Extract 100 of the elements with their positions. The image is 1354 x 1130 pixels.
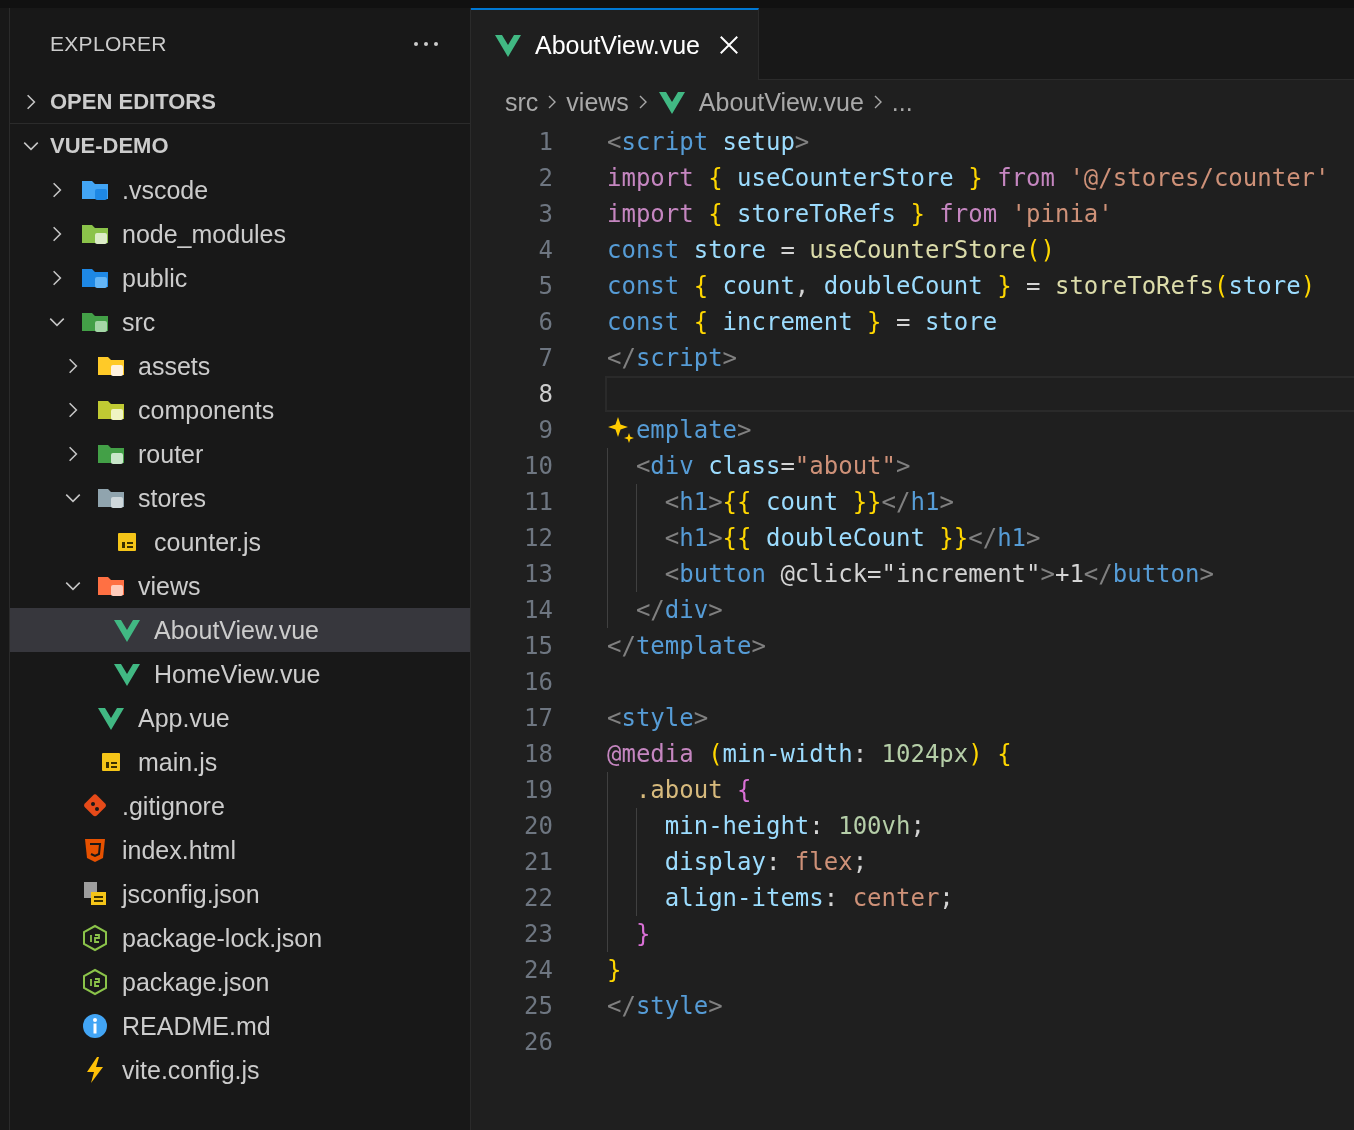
- more-icon[interactable]: [412, 40, 440, 48]
- file-name: stores: [138, 483, 207, 513]
- line-number: 10: [523, 452, 553, 480]
- tree-item[interactable]: main.js: [10, 740, 470, 784]
- breadcrumb-item[interactable]: ...: [891, 87, 913, 117]
- line-number: 26: [523, 1028, 553, 1056]
- file-name: views: [138, 571, 201, 601]
- line-number: 25: [523, 992, 553, 1020]
- code-line: const { count, doubleCount } = storeToRefs(store): [607, 272, 1316, 300]
- line-number: 9: [537, 416, 553, 444]
- tree-item[interactable]: counter.js: [10, 520, 470, 564]
- line-number: 18: [523, 740, 553, 768]
- breadcrumb-item[interactable]: src: [505, 87, 539, 117]
- file-name: components: [138, 395, 275, 425]
- tree-item[interactable]: assets: [10, 344, 470, 388]
- tree-item[interactable]: .gitignore: [10, 784, 470, 828]
- breadcrumb-item[interactable]: views: [566, 87, 629, 117]
- code-line: import { storeToRefs } from 'pinia': [607, 200, 1113, 228]
- section-header[interactable]: OPEN EDITORS: [50, 88, 216, 115]
- file-name: README.md: [122, 1011, 271, 1041]
- sparkle-icon[interactable]: [608, 415, 635, 445]
- tree-item[interactable]: components: [10, 388, 470, 432]
- code-line: }: [635, 920, 651, 948]
- tree-item[interactable]: node_modules: [10, 212, 470, 256]
- tree-item[interactable]: AboutView.vue: [10, 608, 470, 652]
- code-line: <style>: [607, 704, 709, 732]
- line-number: 2: [537, 164, 553, 192]
- file-name: vite.config.js: [122, 1055, 260, 1085]
- line-number: 17: [523, 704, 553, 732]
- line-number: 24: [523, 956, 553, 984]
- tree-item[interactable]: .vscode: [10, 168, 470, 212]
- tree-item[interactable]: package-lock.json: [10, 916, 470, 960]
- code-line: <script setup>: [607, 128, 810, 156]
- code-line: </template>: [607, 632, 766, 660]
- line-number: 22: [523, 884, 553, 912]
- file-name: package.json: [122, 967, 270, 997]
- code-line: const store = useCounterStore(): [607, 236, 1055, 264]
- file-name: HomeView.vue: [154, 659, 321, 689]
- line-number: 15: [523, 632, 553, 660]
- tree-item[interactable]: README.md: [10, 1004, 470, 1048]
- tree-item[interactable]: index.html: [10, 828, 470, 872]
- file-name: router: [138, 439, 204, 469]
- hexagon-icon: [80, 967, 110, 997]
- code-line: <h1>{{ doubleCount }}</h1>: [664, 524, 1041, 552]
- file-name: public: [122, 263, 188, 293]
- code-line: .about {: [635, 776, 752, 804]
- code-line: <div class="about">: [635, 452, 911, 480]
- code-line: display: flex;: [664, 848, 868, 876]
- file-name: index.html: [122, 835, 236, 865]
- line-number: 4: [537, 236, 553, 264]
- line-number: 12: [523, 524, 553, 552]
- file-name: jsconfig.json: [122, 879, 260, 909]
- line-number: 21: [523, 848, 553, 876]
- line-number: 3: [537, 200, 553, 228]
- breadcrumb-item[interactable]: AboutView.vue: [698, 87, 864, 117]
- tree-item[interactable]: App.vue: [10, 696, 470, 740]
- file-name: .vscode: [122, 175, 209, 205]
- line-number: 13: [523, 560, 553, 588]
- tree-item[interactable]: package.json: [10, 960, 470, 1004]
- code-line: emplate>: [635, 416, 752, 444]
- editor-tab[interactable]: AboutView.vue: [471, 8, 759, 80]
- file-name: package-lock.json: [122, 923, 323, 953]
- tree-item[interactable]: src: [10, 300, 470, 344]
- tree-item[interactable]: vite.config.js: [10, 1048, 470, 1092]
- line-number: 19: [523, 776, 553, 804]
- line-number: 16: [523, 668, 553, 696]
- line-number: 14: [523, 596, 553, 624]
- tree-item[interactable]: jsconfig.json: [10, 872, 470, 916]
- code-line: import { useCounterStore } from '@/stores/counter': [607, 164, 1330, 192]
- line-number: 7: [537, 344, 553, 372]
- file-name: App.vue: [138, 703, 230, 733]
- code-line: min-height: 100vh;: [664, 812, 925, 840]
- tree-item[interactable]: public: [10, 256, 470, 300]
- line-number: 5: [537, 272, 553, 300]
- hexagon-icon: [80, 923, 110, 953]
- code-line: }: [607, 956, 622, 984]
- tree-item[interactable]: stores: [10, 476, 470, 520]
- file-name: node_modules: [122, 219, 286, 249]
- section-header[interactable]: VUE-DEMO: [50, 133, 169, 159]
- file-name: main.js: [138, 747, 218, 777]
- tree-item[interactable]: views: [10, 564, 470, 608]
- file-name: counter.js: [154, 527, 261, 557]
- code-line: </div>: [635, 596, 723, 624]
- explorer-title: EXPLORER: [50, 32, 167, 56]
- tree-item[interactable]: router: [10, 432, 470, 476]
- line-number: 11: [523, 488, 553, 516]
- line-number: 20: [523, 812, 553, 840]
- file-name: .gitignore: [122, 791, 225, 821]
- code-line: <h1>{{ count }}</h1>: [664, 488, 954, 516]
- line-number: 23: [523, 920, 553, 948]
- code-line: </script>: [607, 344, 738, 372]
- line-number: 6: [537, 308, 553, 336]
- line-number: 1: [537, 128, 553, 156]
- code-line: const { increment } = store: [607, 308, 998, 336]
- code-line: </style>: [607, 992, 723, 1020]
- close-icon[interactable]: [717, 34, 740, 56]
- file-name: src: [122, 307, 156, 337]
- tree-item[interactable]: HomeView.vue: [10, 652, 470, 696]
- file-name: AboutView.vue: [154, 615, 319, 645]
- line-number: 8: [537, 380, 553, 408]
